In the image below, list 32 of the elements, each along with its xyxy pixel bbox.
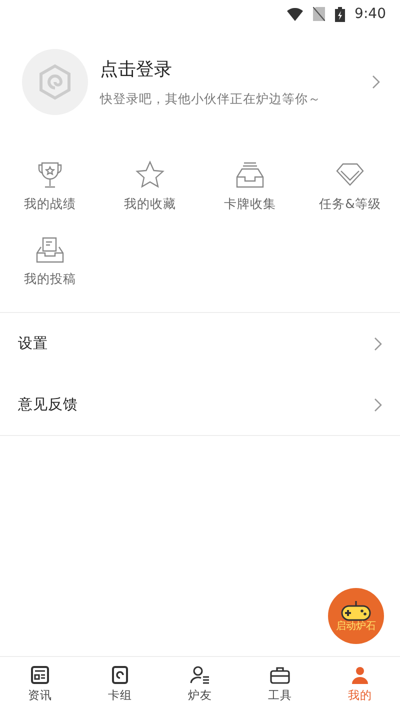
status-time: 9:40 [354, 6, 386, 22]
user-list-icon [190, 666, 210, 684]
menu-row[interactable]: 意见反馈 [0, 374, 400, 435]
chevron-right-icon [374, 336, 382, 350]
card-box-icon [235, 160, 265, 190]
no-sim-icon [312, 7, 325, 21]
gamepad-icon [341, 600, 371, 620]
person-icon [351, 666, 369, 684]
newspaper-icon [31, 666, 49, 684]
inbox-document-icon [35, 235, 65, 265]
wifi-icon [286, 8, 303, 20]
login-subtitle: 快登录吧，其他小伙伴正在炉边等你～ [100, 90, 322, 108]
tab[interactable]: 资讯 [0, 657, 80, 711]
toolbox-icon [270, 666, 290, 684]
tab[interactable]: 工具 [240, 657, 320, 711]
tab[interactable]: 卡组 [80, 657, 160, 711]
shortcut-label[interactable]: 我的收藏 [124, 196, 176, 213]
tab[interactable]: 炉友 [160, 657, 240, 711]
hexagon-swirl-icon [38, 64, 72, 100]
shortcut-label[interactable]: 任务&等级 [319, 196, 381, 213]
shortcut-label[interactable]: 我的战绩 [24, 196, 76, 213]
login-title[interactable]: 点击登录 [100, 56, 372, 80]
menu-label: 设置 [18, 335, 48, 353]
chevron-right-icon [372, 75, 380, 89]
shortcut-label[interactable]: 卡牌收集 [224, 196, 276, 213]
battery-charging-icon [334, 6, 345, 22]
star-icon [135, 160, 165, 190]
menu-label: 意见反馈 [18, 396, 78, 414]
card-swirl-icon [111, 666, 129, 684]
chevron-right-icon [374, 398, 382, 412]
shortcut-label[interactable]: 我的投稿 [24, 271, 76, 288]
menu-row[interactable]: 设置 [0, 313, 400, 374]
